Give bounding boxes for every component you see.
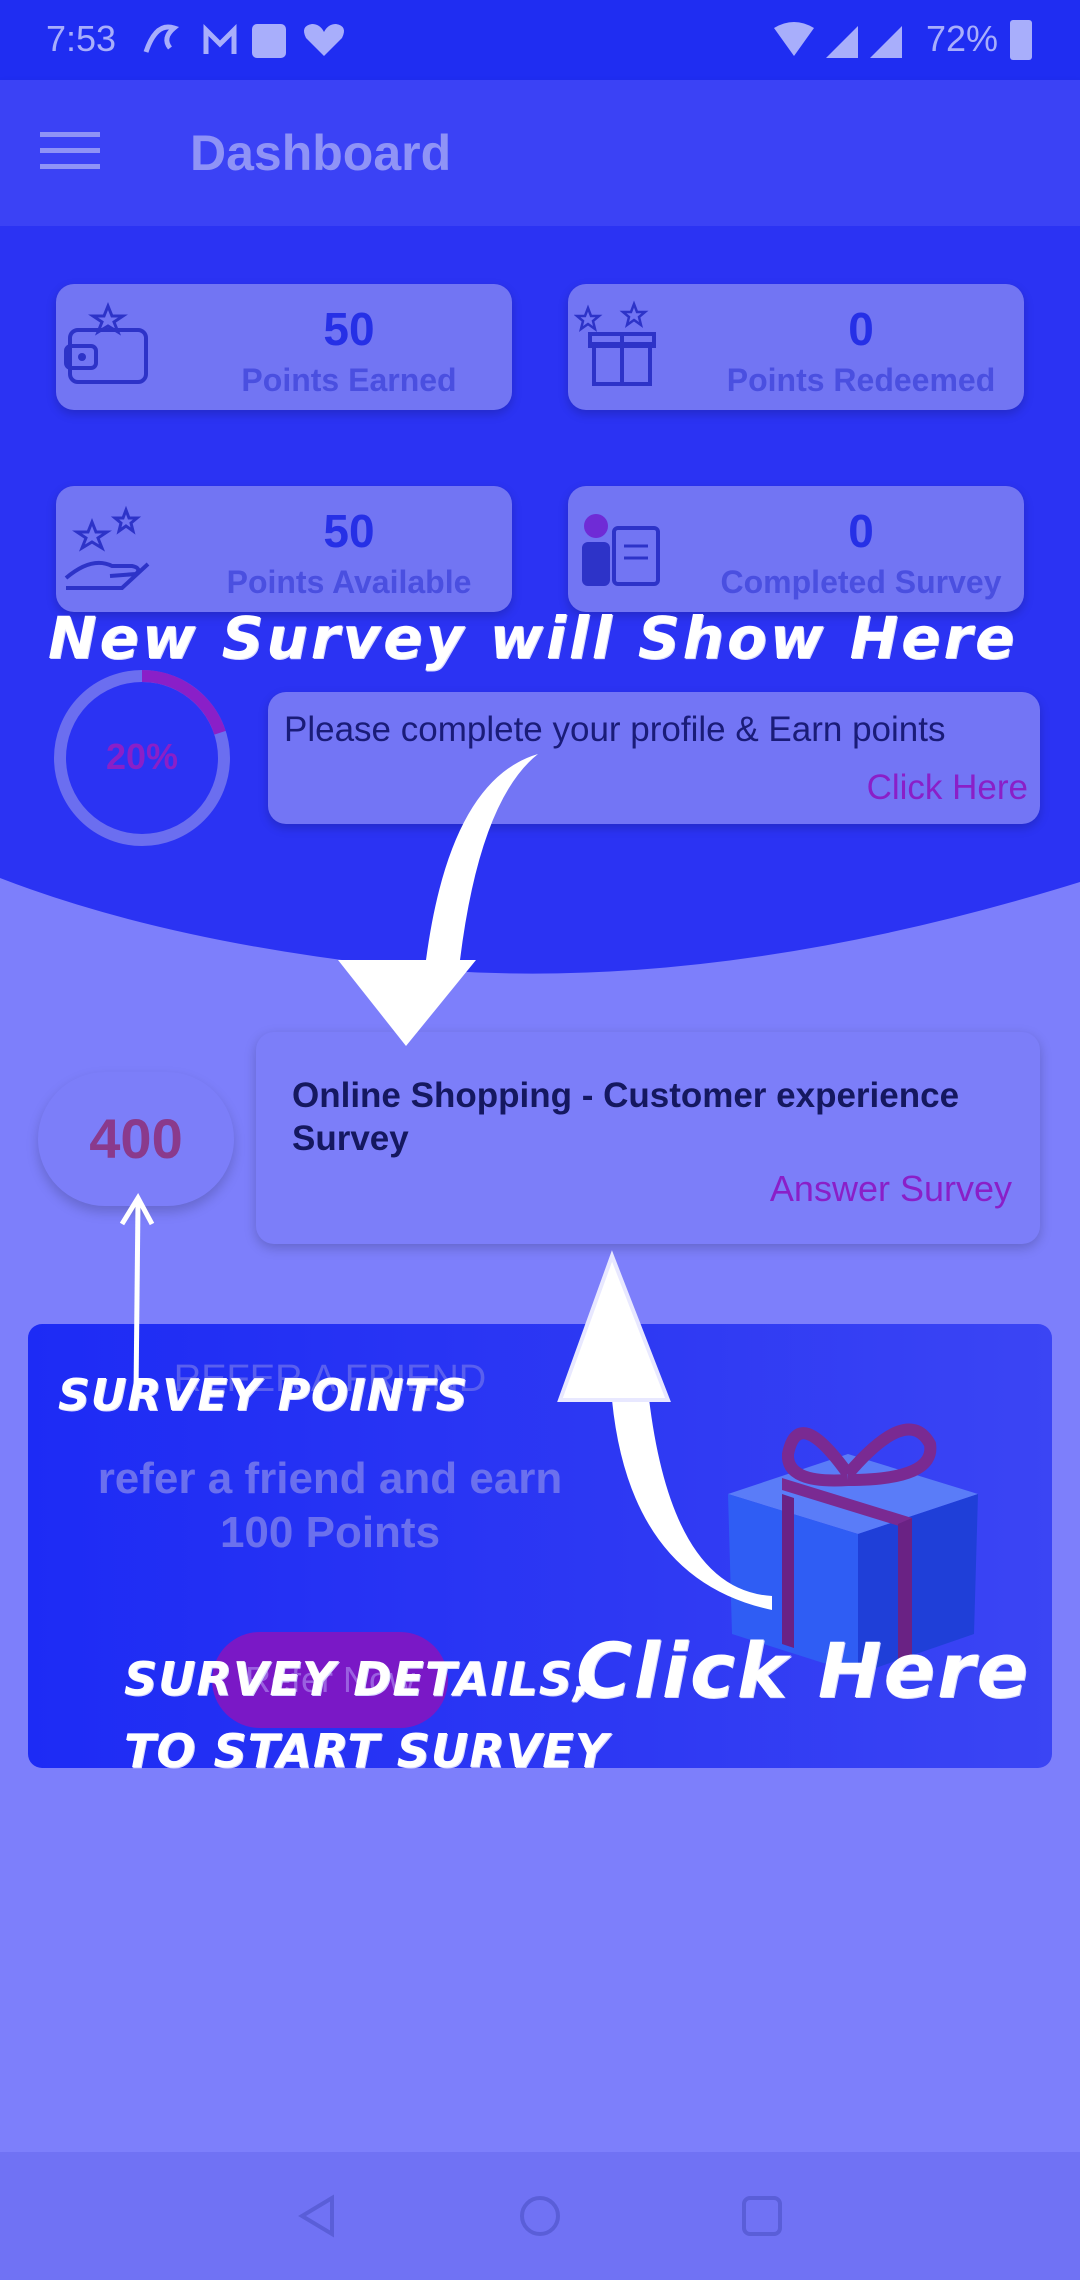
annotation-start-survey: TO START SURVEY — [124, 1724, 610, 1778]
survey-card[interactable]: Online Shopping - Customer experience Su… — [256, 1032, 1040, 1244]
annotation-click-here: Click Here — [576, 1626, 1031, 1715]
system-nav-bar — [0, 2152, 1080, 2280]
stat-value: 0 — [848, 303, 874, 355]
stat-label: Completed Survey — [720, 564, 1002, 600]
gift-box-icon — [574, 300, 656, 386]
survey-title: Online Shopping - Customer experience Su… — [292, 1076, 960, 1158]
arrow-up-survey-points — [119, 1192, 155, 1395]
wallet-icon — [64, 301, 148, 384]
page-title: Dashboard — [190, 125, 452, 181]
signal-icons — [774, 22, 902, 58]
arrow-up-survey-card — [557, 1250, 772, 1610]
home-icon[interactable] — [518, 2194, 562, 2238]
app-bar: Dashboard — [0, 80, 1080, 226]
status-bar: 7:53 72% — [0, 0, 1080, 80]
notification-icons — [143, 23, 344, 58]
battery-icon — [1010, 20, 1032, 60]
survey-points-badge: 400 — [38, 1072, 234, 1206]
stat-card-completed-survey[interactable]: 0 Completed Survey — [568, 486, 1024, 612]
back-icon[interactable] — [296, 2194, 340, 2238]
stat-label: Points Earned — [241, 362, 457, 398]
stat-card-points-available[interactable]: 50 Points Available — [56, 486, 512, 612]
status-time: 7:53 — [46, 18, 117, 59]
answer-survey-link[interactable]: Answer Survey — [770, 1168, 1012, 1210]
annotation-survey-details: SURVEY DETAILS, — [124, 1652, 592, 1706]
stat-label: Points Available — [226, 564, 472, 600]
annotation-new-survey: New Survey will Show Here — [48, 604, 1018, 672]
hand-stars-icon — [64, 505, 150, 590]
stat-label: Points Redeemed — [726, 362, 996, 398]
battery-percent: 72% — [926, 18, 999, 59]
annotation-survey-points: SURVEY POINTS — [58, 1370, 469, 1421]
stat-card-points-earned[interactable]: 50 Points Earned — [56, 284, 512, 410]
stat-value: 50 — [323, 303, 375, 355]
profile-progress-text: 20% — [105, 736, 179, 777]
stat-value: 50 — [323, 505, 375, 557]
arrow-down-annotation — [338, 754, 538, 1046]
stat-card-points-redeemed[interactable]: 0 Points Redeemed — [568, 284, 1024, 410]
hamburger-menu-icon[interactable] — [40, 124, 100, 180]
profile-click-here-link[interactable]: Click Here — [867, 768, 1028, 808]
stat-value: 0 — [848, 505, 874, 557]
survey-points-value: 400 — [89, 1107, 183, 1170]
survey-clipboard-icon — [582, 514, 660, 586]
recents-icon[interactable] — [740, 2194, 784, 2238]
